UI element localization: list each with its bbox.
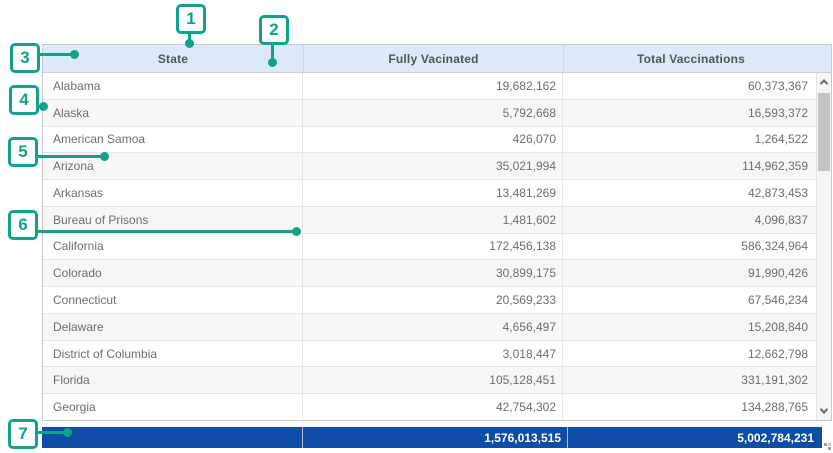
cell-total-vaccinations: 1,264,522	[563, 127, 816, 153]
callout-5-badge: 5	[8, 137, 38, 167]
callout-1-badge: 1	[176, 4, 206, 34]
table-row[interactable]: Connecticut20,569,23367,546,234	[43, 287, 816, 314]
cell-total-vaccinations: 15,208,840	[563, 314, 816, 340]
cell-fully-vaccinated: 172,456,138	[303, 234, 563, 260]
table-row[interactable]: Georgia42,754,302134,288,765	[43, 394, 816, 420]
cell-total-vaccinations: 331,191,302	[563, 367, 816, 393]
cell-fully-vaccinated: 35,021,994	[303, 153, 563, 179]
cell-total-vaccinations: 60,373,367	[563, 73, 816, 99]
cell-total-vaccinations: 12,662,798	[563, 341, 816, 367]
cell-fully-vaccinated: 19,682,162	[303, 73, 563, 99]
callout-5-connector	[37, 155, 105, 158]
column-header-filler	[818, 45, 831, 72]
cell-state: American Samoa	[43, 127, 303, 153]
table-row[interactable]: Alabama19,682,16260,373,367	[43, 73, 816, 100]
cell-state: Bureau of Prisons	[43, 207, 303, 233]
cell-state: Alabama	[43, 73, 303, 99]
table-row[interactable]: American Samoa426,0701,264,522	[43, 127, 816, 154]
table-row[interactable]: Colorado30,899,17591,990,426	[43, 260, 816, 287]
callout-3-badge: 3	[10, 43, 40, 73]
callout-4-dot	[39, 102, 48, 111]
cell-total-vaccinations: 4,096,837	[563, 207, 816, 233]
table-row[interactable]: Arkansas13,481,26942,873,453	[43, 180, 816, 207]
cell-total-vaccinations: 586,324,964	[563, 234, 816, 260]
table-body: Alabama19,682,16260,373,367Alaska5,792,6…	[43, 73, 816, 420]
chevron-up-icon	[820, 79, 828, 87]
cell-state: California	[43, 234, 303, 260]
callout-6-dot	[292, 227, 301, 236]
resize-handle-icon[interactable]	[824, 443, 827, 446]
cell-state: Colorado	[43, 260, 303, 286]
cell-total-vaccinations: 114,962,359	[563, 153, 816, 179]
cell-total-vaccinations: 67,546,234	[563, 287, 816, 313]
scrollbar-thumb[interactable]	[818, 93, 830, 171]
cell-fully-vaccinated: 42,754,302	[303, 394, 563, 420]
table-row[interactable]: Alaska5,792,66816,593,372	[43, 100, 816, 127]
table-row[interactable]: Arizona35,021,994114,962,359	[43, 153, 816, 180]
cell-state: Florida	[43, 367, 303, 393]
callout-6-badge: 6	[8, 210, 38, 240]
cell-total-vaccinations: 42,873,453	[563, 180, 816, 206]
cell-state: Alaska	[43, 100, 303, 126]
cell-fully-vaccinated: 426,070	[303, 127, 563, 153]
table-row[interactable]: Delaware4,656,49715,208,840	[43, 314, 816, 341]
cell-total-vaccinations: 134,288,765	[563, 394, 816, 420]
chevron-down-icon	[820, 405, 828, 413]
column-header-total-vaccinations[interactable]: Total Vaccinations	[563, 45, 818, 72]
vertical-scrollbar[interactable]	[816, 73, 831, 420]
cell-fully-vaccinated: 3,018,447	[303, 341, 563, 367]
cell-fully-vaccinated: 4,656,497	[303, 314, 563, 340]
column-header-state[interactable]: State	[43, 45, 303, 72]
callout-3-dot	[70, 50, 79, 59]
summary-fully-vaccinated: 1,576,013,515	[302, 427, 567, 448]
callout-2-dot	[268, 58, 277, 67]
cell-fully-vaccinated: 5,792,668	[303, 100, 563, 126]
summary-row: 1,576,013,515 5,002,784,231	[42, 427, 822, 448]
cell-state: Georgia	[43, 394, 303, 420]
cell-state: Connecticut	[43, 287, 303, 313]
cell-state: Arkansas	[43, 180, 303, 206]
callout-7-dot	[63, 428, 72, 437]
table-row[interactable]: California172,456,138586,324,964	[43, 234, 816, 261]
callout-5-dot	[100, 152, 109, 161]
table-row[interactable]: Florida105,128,451331,191,302	[43, 367, 816, 394]
cell-fully-vaccinated: 1,481,602	[303, 207, 563, 233]
cell-total-vaccinations: 16,593,372	[563, 100, 816, 126]
cell-fully-vaccinated: 105,128,451	[303, 367, 563, 393]
cell-state: District of Columbia	[43, 341, 303, 367]
column-header-fully-vaccinated[interactable]: Fully Vacinated	[303, 45, 563, 72]
cell-fully-vaccinated: 20,569,233	[303, 287, 563, 313]
cell-total-vaccinations: 91,990,426	[563, 260, 816, 286]
table-header-row: State Fully Vacinated Total Vaccinations	[43, 45, 831, 73]
cell-fully-vaccinated: 30,899,175	[303, 260, 563, 286]
scroll-up-button[interactable]	[817, 75, 831, 89]
summary-total-vaccinations: 5,002,784,231	[567, 427, 822, 448]
table-row[interactable]: District of Columbia3,018,44712,662,798	[43, 341, 816, 368]
cell-fully-vaccinated: 13,481,269	[303, 180, 563, 206]
callout-6-connector	[37, 230, 297, 233]
callout-1-dot	[185, 39, 194, 48]
callout-4-badge: 4	[9, 85, 39, 115]
cell-state: Delaware	[43, 314, 303, 340]
callout-7-badge: 7	[8, 419, 38, 449]
scroll-down-button[interactable]	[817, 404, 831, 418]
callout-2-badge: 2	[259, 15, 289, 45]
summary-state-cell	[42, 427, 302, 448]
screenshot-canvas: State Fully Vacinated Total Vaccinations…	[0, 0, 833, 453]
